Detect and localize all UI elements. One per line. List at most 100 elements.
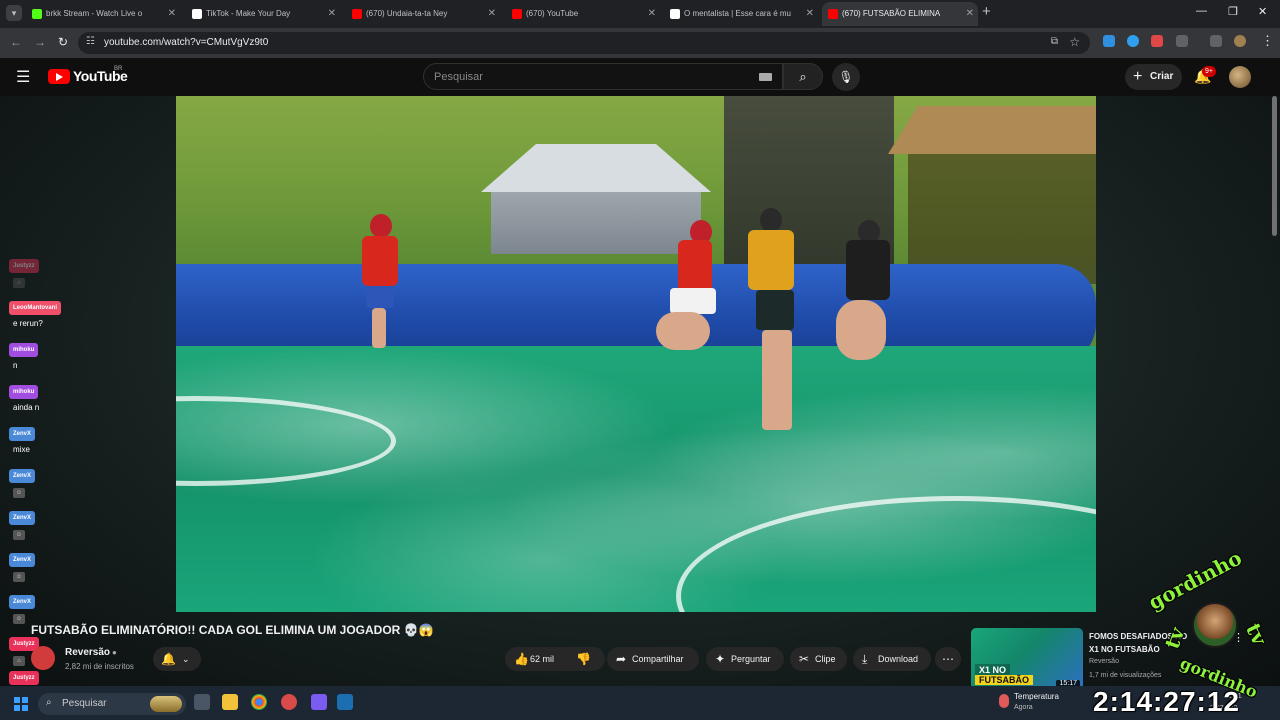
- ask-button[interactable]: ✦ Perguntar: [706, 647, 784, 671]
- browser-tab[interactable]: brkk Stream - Watch Live o ✕: [26, 2, 180, 26]
- extension-icon[interactable]: [1151, 35, 1163, 47]
- chat-username[interactable]: ZenvX: [9, 469, 36, 483]
- chat-username[interactable]: mihoku: [9, 343, 39, 357]
- chat-username[interactable]: ZenvX: [9, 427, 36, 441]
- forward-icon[interactable]: →: [34, 35, 46, 49]
- extension-icon[interactable]: [1127, 35, 1139, 47]
- page-scrollbar[interactable]: [1270, 96, 1278, 686]
- chat-username[interactable]: ZenvX: [9, 595, 36, 609]
- steam-icon[interactable]: [337, 694, 353, 710]
- recommended-thumbnail[interactable]: X1 NO FUTSABÃO 15:17: [971, 628, 1083, 690]
- search-highlight-image: [150, 696, 182, 712]
- subscription-bell-button[interactable]: 🔔 ⌄: [153, 647, 201, 671]
- reading-list-icon[interactable]: [1210, 35, 1222, 47]
- taskbar-search[interactable]: ⌕ Pesquisar: [38, 693, 186, 715]
- menu-icon[interactable]: ☰: [16, 67, 30, 87]
- chat-username[interactable]: mihoku: [9, 385, 39, 399]
- site-info-icon[interactable]: ☷: [86, 36, 95, 47]
- chat-emote-icon: ☺: [13, 530, 25, 540]
- browser-toolbar: ← → ↻ ☷ youtube.com/watch?v=CMutVgVz9t0 …: [0, 28, 1280, 58]
- dislike-icon[interactable]: 👎: [576, 647, 591, 671]
- share-label: Compartilhar: [632, 654, 684, 664]
- channel-name[interactable]: Reversão: [65, 647, 110, 658]
- task-view-icon[interactable]: [194, 694, 210, 710]
- chat-message: n: [13, 361, 18, 370]
- country-code: BR: [114, 66, 123, 72]
- scissors-icon: ✂: [799, 652, 810, 666]
- browser-tab[interactable]: TikTok - Make Your Day ✕: [186, 2, 340, 26]
- sparkle-icon: ✦: [715, 652, 726, 666]
- chat-emote-icon: ☺: [13, 614, 25, 624]
- youtube-logo-icon[interactable]: [48, 69, 70, 84]
- bookmark-star-icon[interactable]: ☆: [1069, 35, 1080, 49]
- windows-taskbar: ⌕ Pesquisar: [0, 686, 1280, 720]
- profile-avatar[interactable]: [1234, 35, 1246, 47]
- discord-icon[interactable]: [311, 694, 327, 710]
- close-tab-icon[interactable]: ✕: [648, 2, 656, 26]
- app-icon[interactable]: [281, 694, 297, 710]
- file-explorer-icon[interactable]: [222, 694, 238, 710]
- chrome-icon[interactable]: [251, 694, 267, 710]
- tab-favicon-icon: [352, 9, 362, 19]
- chat-username[interactable]: Justyzz: [9, 259, 39, 273]
- chat-username[interactable]: Justyzz: [9, 671, 39, 685]
- create-button[interactable]: + Criar: [1125, 64, 1182, 90]
- browser-menu-icon[interactable]: ⋮: [1261, 33, 1274, 49]
- maximize-icon[interactable]: ❐: [1228, 5, 1238, 18]
- chat-username[interactable]: ZenvX: [9, 511, 36, 525]
- channel-avatar[interactable]: [31, 646, 55, 670]
- like-icon[interactable]: 👍: [514, 647, 529, 671]
- browser-tab[interactable]: (670) FUTSABÃO ELIMINA ✕: [822, 2, 978, 26]
- like-count[interactable]: 62 mil: [530, 647, 554, 671]
- notifications-badge: 9+: [1202, 66, 1216, 77]
- browser-tab-strip: ▾ brkk Stream - Watch Live o ✕ TikTok - Ma…: [0, 0, 1280, 28]
- tab-title: O mentalista | Esse cara é mu: [684, 9, 792, 18]
- extensions-puzzle-icon[interactable]: [1176, 35, 1188, 47]
- more-actions-button[interactable]: ⋯: [935, 647, 961, 671]
- close-tab-icon[interactable]: ✕: [806, 2, 814, 26]
- windows-start-icon[interactable]: [14, 697, 28, 711]
- chat-username[interactable]: ZenvX: [9, 553, 36, 567]
- chat-username[interactable]: LeooMantovani: [9, 301, 62, 315]
- share-button[interactable]: ➦ Compartilhar: [607, 647, 699, 671]
- chat-emote-icon: ⌂: [13, 656, 25, 666]
- close-tab-icon[interactable]: ✕: [966, 2, 974, 26]
- tab-title: brkk Stream - Watch Live o: [46, 9, 143, 18]
- browser-tab[interactable]: (670) YouTube ✕: [506, 2, 660, 26]
- keyboard-icon[interactable]: [759, 73, 772, 81]
- url-text[interactable]: youtube.com/watch?v=CMutVgVz9t0: [104, 37, 268, 48]
- chat-message: ainda n: [13, 403, 40, 412]
- close-tab-icon[interactable]: ✕: [328, 2, 336, 26]
- close-tab-icon[interactable]: ✕: [168, 2, 176, 26]
- video-player[interactable]: [176, 96, 1096, 612]
- bell-icon: 🔔: [161, 652, 176, 666]
- browser-tab[interactable]: (670) Undaia-ta-ta Ney ✕: [346, 2, 500, 26]
- new-tab-button[interactable]: +: [982, 3, 991, 20]
- extension-icon[interactable]: [1103, 35, 1115, 47]
- close-tab-icon[interactable]: ✕: [488, 2, 496, 26]
- share-icon: ➦: [616, 652, 627, 666]
- minimize-icon[interactable]: —: [1196, 5, 1207, 17]
- voice-search-button[interactable]: 🎙: [832, 63, 860, 91]
- taskbar-search-placeholder: Pesquisar: [62, 698, 107, 709]
- tab-search-button[interactable]: ▾: [6, 5, 22, 21]
- download-icon: ⤓: [862, 652, 868, 666]
- weather-label[interactable]: Temperatura: [1014, 692, 1059, 701]
- recommended-channel[interactable]: Reversão: [1089, 658, 1119, 665]
- install-app-icon[interactable]: ⧉: [1051, 36, 1058, 47]
- clip-label: Clipe: [815, 654, 836, 664]
- address-bar[interactable]: ☷ youtube.com/watch?v=CMutVgVz9t0 ⧉ ☆: [78, 32, 1090, 54]
- scrollbar-thumb[interactable]: [1272, 96, 1277, 236]
- download-button[interactable]: ⤓ Download: [853, 647, 931, 671]
- tab-title: TikTok - Make Your Day: [206, 9, 291, 18]
- clip-button[interactable]: ✂ Clipe: [790, 647, 847, 671]
- search-input[interactable]: Pesquisar: [423, 63, 783, 90]
- reload-icon[interactable]: ↻: [58, 35, 68, 49]
- youtube-masthead: ☰ YouTube BR Pesquisar ⌕ 🎙 + Criar 🔔 9+: [0, 58, 1280, 96]
- search-button[interactable]: ⌕: [783, 63, 823, 90]
- close-window-icon[interactable]: ✕: [1258, 5, 1267, 18]
- back-icon[interactable]: ←: [10, 35, 22, 49]
- search-placeholder: Pesquisar: [434, 71, 483, 83]
- browser-tab[interactable]: O mentalista | Esse cara é mu ✕: [664, 2, 818, 26]
- account-avatar[interactable]: [1229, 66, 1251, 88]
